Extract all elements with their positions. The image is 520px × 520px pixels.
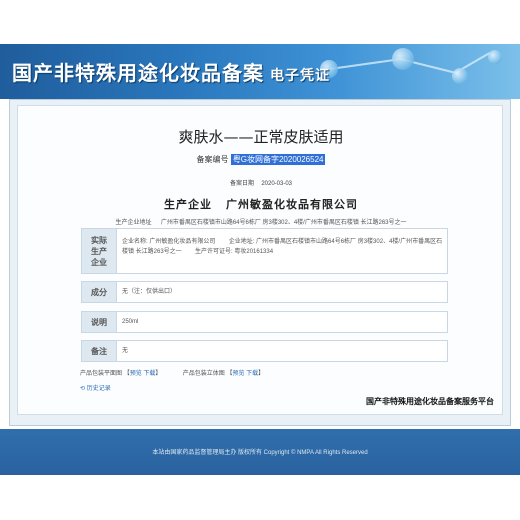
banner-title-text: 国产非特殊用途化妆品备案 <box>12 61 264 85</box>
flat-preview-link[interactable]: 预览 <box>130 371 142 377</box>
actual-manufacturer-body: 企业名称: 广州敏盈化妆品有限公司 企业地址: 广州市番禺区石楼镇市山路64号6… <box>122 229 443 273</box>
remark-value: 无 <box>122 348 129 354</box>
manufacturer-address-value: 广州市番禺区石楼镇市山路64号6栋厂 房3楼302、4楼/广州市番禺区石楼镇 长… <box>160 220 407 226</box>
certificate-document: 爽肤水——正常皮肤适用 备案编号 粤G妆网备字2020026524 备案日期 2… <box>17 105 503 415</box>
history-link[interactable]: 历史记录 <box>87 386 111 392</box>
actual-manufacturer-header: 实际生产企业 <box>82 229 117 273</box>
manufacturer-address-row: 生产企业地址 广州市番禺区石楼镇市山路64号6栋厂 房3楼302、4楼/广州市番… <box>18 217 504 226</box>
certificate-panel: 爽肤水——正常皮肤适用 备案编号 粤G妆网备字2020026524 备案日期 2… <box>9 99 511 426</box>
enterprise-name-value: 广州敏盈化妆品有限公司 <box>149 239 216 245</box>
flat-packaging-label: 产品包装平面图 <box>80 371 123 377</box>
banner-title: 国产非特殊用途化妆品备案 电子凭证 <box>12 57 330 86</box>
enterprise-name-label: 企业名称: <box>122 239 148 245</box>
ingredients-header: 成分 <box>82 282 117 302</box>
registration-number-label: 备案编号 <box>196 155 229 164</box>
manufacturer-address-label: 生产企业地址 <box>115 220 152 226</box>
registration-date-label: 备案日期 <box>229 181 254 187</box>
molecule-sphere-decoration <box>392 48 414 70</box>
banner-subtitle: 电子凭证 <box>270 68 330 84</box>
remark-table: 备注 无 <box>81 340 448 362</box>
page-footer: 本站由国家药品监督管理局主办 版权所有 Copyright © NMPA All… <box>0 429 520 475</box>
registration-date-value: 2020-03-03 <box>261 181 293 187</box>
footer-copyright: 本站由国家药品监督管理局主办 版权所有 Copyright © NMPA All… <box>152 450 368 456</box>
molecule-line-decoration <box>329 58 400 70</box>
history-row: ⟲ 历史记录 <box>80 383 111 392</box>
manufacturer-label: 生产企业 <box>164 198 212 211</box>
molecule-sphere-decoration <box>452 68 468 84</box>
production-license-value: 粤妆20161334 <box>234 249 274 255</box>
molecule-sphere-decoration <box>488 50 502 64</box>
header-banner: 国产非特殊用途化妆品备案 电子凭证 <box>0 44 520 99</box>
production-license-label: 生产许可证号: <box>195 249 233 255</box>
remark-header: 备注 <box>82 341 117 361</box>
solid-preview-link[interactable]: 预览 <box>232 371 244 377</box>
certificate-page: 国产非特殊用途化妆品备案 电子凭证 爽肤水——正常皮肤适用 备案编号 粤G妆网备字… <box>0 0 520 520</box>
description-header: 说明 <box>82 312 117 332</box>
product-name: 爽肤水——正常皮肤适用 <box>178 128 344 146</box>
enterprise-address-label: 企业地址: <box>228 239 255 245</box>
actual-manufacturer-header-text: 实际生产企业 <box>91 235 107 267</box>
ingredients-table: 成分 无（注：仅供出口） <box>81 281 448 303</box>
manufacturer-row: 生产企业 广州敏盈化妆品有限公司 <box>18 196 504 212</box>
packaging-links-row: 产品包装平面图 【预览 下载】 产品包装立体图 【预览 下载】 <box>80 371 265 377</box>
flat-download-link[interactable]: 下载 <box>143 371 155 377</box>
registration-number-value[interactable]: 粤G妆网备字2020026524 <box>230 154 326 165</box>
history-icon: ⟲ <box>80 386 86 392</box>
actual-manufacturer-table: 实际生产企业 企业名称: 广州敏盈化妆品有限公司 企业地址: 广州市番禺区石楼镇… <box>81 228 448 274</box>
solid-packaging-label: 产品包装立体图 <box>182 371 225 377</box>
description-value: 250ml <box>122 319 139 325</box>
registration-number-row: 备案编号 粤G妆网备字2020026524 <box>18 154 504 165</box>
registration-date-row: 备案日期 2020-03-03 <box>18 178 504 187</box>
manufacturer-name: 广州敏盈化妆品有限公司 <box>226 198 358 211</box>
ingredients-value: 无（注：仅供出口） <box>122 289 177 295</box>
platform-title: 国产非特殊用途化妆品备案服务平台 <box>366 397 494 406</box>
solid-download-link[interactable]: 下载 <box>246 371 258 377</box>
description-table: 说明 250ml <box>81 311 448 333</box>
